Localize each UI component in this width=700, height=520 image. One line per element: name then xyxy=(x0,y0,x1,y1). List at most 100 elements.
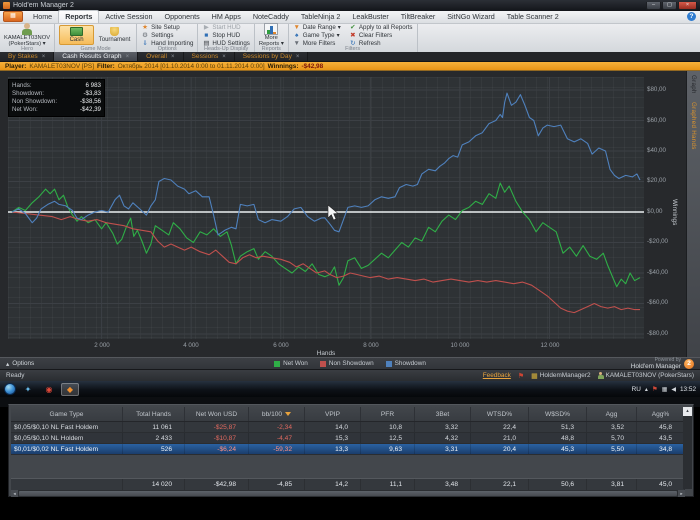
cash-label: Cash xyxy=(69,37,84,43)
close-icon[interactable]: × xyxy=(171,54,175,60)
apply-all-reports-button[interactable]: ✔ Apply to all Reports xyxy=(349,24,412,31)
col-total-hands[interactable]: Total Hands xyxy=(123,407,185,421)
tab-opponents[interactable]: Opponents xyxy=(159,11,206,23)
taskbar-app-1[interactable]: ✦ xyxy=(19,383,37,396)
volume-icon[interactable]: ◀ xyxy=(671,386,676,393)
person-icon xyxy=(597,372,604,379)
legend-non-showdown[interactable]: Non Showdown xyxy=(319,360,374,367)
table-row[interactable]: $0,05/$0,10 NL Fast Holdem 11 061 -$25,8… xyxy=(11,422,685,433)
col-wsd[interactable]: W$SD% xyxy=(529,407,587,421)
graph-side-strip: Graph Graphed Hands xyxy=(686,71,700,357)
maximize-button[interactable]: ▢ xyxy=(662,1,677,10)
hero-button[interactable]: KAMALET03NOV (PokerStars) ▾ xyxy=(4,22,50,48)
table-header-row: Game Type Total Hands Net Won USD bb/100… xyxy=(11,407,685,422)
y-tick: $80,00 xyxy=(647,86,666,93)
col-game-type[interactable]: Game Type xyxy=(11,407,123,421)
horizontal-scrollbar[interactable]: ◂ ▸ xyxy=(11,490,685,497)
options-button[interactable]: ▴ Options xyxy=(6,360,34,368)
hidden-icons-arrow-icon[interactable]: ▴ xyxy=(645,386,648,393)
col-bb100[interactable]: bb/100 xyxy=(249,407,305,421)
filter-label: Filter: xyxy=(96,62,115,70)
game-type-button[interactable]: ♠ Game Type ▾ xyxy=(293,32,341,39)
tab-home[interactable]: Home xyxy=(27,11,58,23)
cash-icon xyxy=(70,27,84,36)
status-bar: Ready Feedback ⚑ ▦ HoldemManager2 KAMALET… xyxy=(0,369,700,381)
table-row[interactable]: $0,05/$0,10 NL Holdem 2 433 -$10,87 -4,4… xyxy=(11,433,685,444)
side-tab-graph[interactable]: Graph xyxy=(690,75,697,94)
taskbar-app-2[interactable]: ◉ xyxy=(40,383,58,396)
action-center-flag-icon[interactable]: ⚑ xyxy=(652,385,658,393)
doc-tab-sessions[interactable]: Sessions × xyxy=(183,52,235,61)
side-tab-graphed-hands[interactable]: Graphed Hands xyxy=(690,102,697,150)
tab-reports[interactable]: Reports xyxy=(58,10,100,23)
ribbon-group-filters: ▼ Date Range ▾ ♠ Game Type ▾ ▼ More Filters ✔… xyxy=(289,24,418,52)
bar-chart-icon xyxy=(264,22,279,35)
col-vpip[interactable]: VPIP xyxy=(305,407,361,421)
scroll-right-icon[interactable]: ▸ xyxy=(678,490,685,497)
settings-button[interactable]: ⚙ Settings xyxy=(141,32,193,39)
ribbon-group-hero: KAMALET03NOV (PokerStars) ▾ Hero xyxy=(0,22,56,52)
graph-tooltip: Hands: 6 983 Showdown: -$3,83 Non Showdown… xyxy=(8,79,105,117)
tab-sitngo-wizard[interactable]: SitNGo Wizard xyxy=(441,11,501,23)
x-tick: 8 000 xyxy=(363,342,379,349)
legend-net-won[interactable]: Net Won xyxy=(274,360,308,367)
close-icon[interactable]: × xyxy=(126,54,130,60)
col-aggpct[interactable]: Agg% xyxy=(637,407,685,421)
user-status-item[interactable]: KAMALET03NOV (PokerStars) xyxy=(597,372,694,379)
cash-button[interactable]: Cash xyxy=(59,25,95,45)
close-button[interactable]: × xyxy=(678,1,697,10)
col-agg[interactable]: Agg xyxy=(587,407,637,421)
hm2-logo-icon: 2 xyxy=(684,358,694,369)
tab-active-session[interactable]: Active Session xyxy=(99,11,158,23)
close-icon[interactable]: × xyxy=(296,54,300,60)
network-icon[interactable]: ▦ xyxy=(662,386,668,393)
clock[interactable]: 13:52 xyxy=(680,386,696,393)
tab-hm-apps[interactable]: HM Apps xyxy=(206,11,247,23)
vertical-scrollbar[interactable]: ▴ xyxy=(683,407,692,489)
doc-tab-overall[interactable]: Overall × xyxy=(138,52,184,61)
col-3bet[interactable]: 3Bet xyxy=(415,407,471,421)
start-button[interactable] xyxy=(4,383,16,395)
stop-hud-button[interactable]: ■ Stop HUD xyxy=(202,32,249,39)
tournament-label: Tournament xyxy=(98,37,131,43)
tab-leakbuster[interactable]: LeakBuster xyxy=(346,11,394,23)
app-status-item[interactable]: ▦ HoldemManager2 xyxy=(531,372,590,380)
taskbar-app-hm2[interactable]: ◆ xyxy=(61,382,79,396)
close-icon[interactable]: × xyxy=(42,54,46,60)
shield-icon: ▦ xyxy=(531,372,538,380)
net-won-swatch-icon xyxy=(274,360,281,367)
col-wtsd[interactable]: WTSD% xyxy=(471,407,529,421)
scroll-left-icon[interactable]: ◂ xyxy=(11,490,18,497)
funnel-icon: ▼ xyxy=(293,23,300,31)
chevron-down-icon: ▾ xyxy=(336,31,340,39)
more-reports-button[interactable]: More Reports ▾ xyxy=(259,22,284,48)
col-pfr[interactable]: PFR xyxy=(361,407,415,421)
legend-showdown[interactable]: Showdown xyxy=(385,360,426,367)
tab-tableninja[interactable]: TableNinja 2 xyxy=(295,11,347,23)
start-hud-button[interactable]: ▶ Start HUD xyxy=(202,24,249,31)
app-menu-button[interactable]: ▦ xyxy=(3,11,23,22)
doc-tab-sessions-by-day[interactable]: Sessions by Day × xyxy=(234,52,309,61)
doc-tab-by-stakes[interactable]: By Stakes × xyxy=(0,52,55,61)
doc-tab-cash-results-graph[interactable]: Cash Results Graph × xyxy=(54,52,139,61)
col-net-won[interactable]: Net Won USD xyxy=(185,407,249,421)
site-setup-button[interactable]: ★ Site Setup xyxy=(141,24,193,31)
scroll-up-icon[interactable]: ▴ xyxy=(683,407,692,416)
minimize-button[interactable]: – xyxy=(646,1,661,10)
report-table-window: Game Type Total Hands Net Won USD bb/100… xyxy=(8,404,694,497)
clear-filters-button[interactable]: ✖ Clear Filters xyxy=(349,32,413,39)
tab-notecaddy[interactable]: NoteCaddy xyxy=(247,11,295,23)
feedback-link[interactable]: Feedback xyxy=(483,372,511,379)
close-icon[interactable]: × xyxy=(222,54,226,60)
tab-tiltbreaker[interactable]: TiltBreaker xyxy=(395,11,441,23)
hero-avatar-icon xyxy=(20,22,34,35)
table-row-selected[interactable]: $0,01/$0,02 NL Fast Holdem 526 -$6,24 -5… xyxy=(11,444,685,455)
ribbon-tab-row: ▦ Home Reports Active Session Opponents … xyxy=(0,10,700,24)
x-tick: 6 000 xyxy=(273,342,289,349)
language-indicator[interactable]: RU xyxy=(632,386,641,393)
scrollbar-thumb[interactable] xyxy=(19,491,677,496)
tab-table-scanner[interactable]: Table Scanner 2 xyxy=(501,11,565,23)
tournament-button[interactable]: Tournament xyxy=(97,26,132,44)
date-range-button[interactable]: ▼ Date Range ▾ xyxy=(293,24,341,31)
help-icon[interactable]: ? xyxy=(687,12,696,21)
